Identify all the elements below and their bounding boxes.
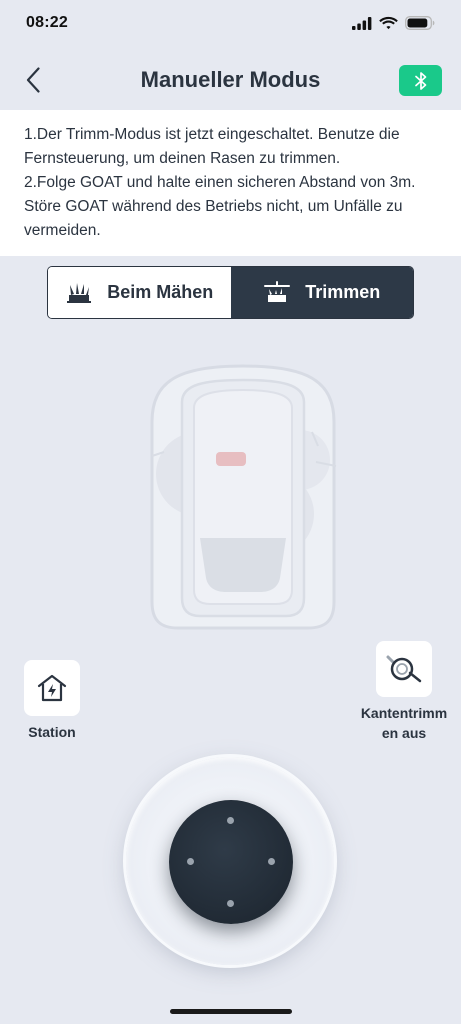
nav-bar: Manueller Modus bbox=[0, 52, 461, 108]
mode-option-label: Beim Mähen bbox=[107, 282, 214, 302]
home-indicator[interactable] bbox=[170, 1009, 292, 1014]
bluetooth-button[interactable] bbox=[399, 65, 442, 96]
mowing-grass-icon bbox=[67, 282, 92, 303]
info-line: Störe GOAT während des Betriebs nicht, u… bbox=[24, 198, 403, 215]
info-line: Fernsteuerung, um deinen Rasen zu trimme… bbox=[24, 150, 341, 167]
mode-option-mowing[interactable]: Beim Mähen bbox=[48, 267, 231, 318]
station-button[interactable] bbox=[24, 660, 80, 716]
cellular-signal-icon bbox=[352, 16, 372, 30]
edge-trim-label-line2: en aus bbox=[381, 725, 427, 741]
station-label: Station bbox=[28, 724, 76, 740]
info-line: 1.Der Trimm-Modus ist jetzt eingeschalte… bbox=[24, 126, 400, 143]
joystick-left-dot bbox=[187, 858, 194, 865]
info-line: vermeiden. bbox=[24, 222, 101, 239]
battery-icon bbox=[405, 16, 435, 30]
status-bar: 08:22 bbox=[0, 0, 461, 50]
back-button[interactable] bbox=[18, 64, 48, 96]
edge-trimmer-icon bbox=[386, 655, 422, 683]
trimming-grass-icon bbox=[264, 280, 291, 302]
home-charging-icon bbox=[37, 674, 67, 702]
status-time: 08:22 bbox=[26, 14, 68, 31]
mode-option-trimming[interactable]: Trimmen bbox=[230, 267, 413, 318]
status-icons bbox=[352, 16, 435, 30]
mode-toggle: Beim Mähen Trimmen bbox=[47, 266, 414, 319]
joystick-knob[interactable] bbox=[169, 800, 293, 924]
edge-trim-button[interactable] bbox=[376, 641, 432, 697]
info-line: 2.Folge GOAT und halte einen sicheren Ab… bbox=[24, 174, 416, 191]
mower-illustration bbox=[150, 364, 337, 630]
edge-trim-label-line1: Kantentrimm bbox=[360, 705, 448, 721]
edge-trim-label: Kantentrimm en aus bbox=[356, 703, 452, 743]
info-box: 1.Der Trimm-Modus ist jetzt eingeschalte… bbox=[0, 110, 461, 256]
joystick-right-dot bbox=[268, 858, 275, 865]
chevron-left-icon bbox=[26, 67, 40, 93]
mode-option-label: Trimmen bbox=[305, 282, 381, 302]
joystick-up-dot bbox=[227, 817, 234, 824]
joystick-down-dot bbox=[227, 900, 234, 907]
page-title: Manueller Modus bbox=[140, 67, 321, 92]
bluetooth-icon bbox=[414, 71, 426, 90]
wifi-icon bbox=[379, 16, 398, 30]
